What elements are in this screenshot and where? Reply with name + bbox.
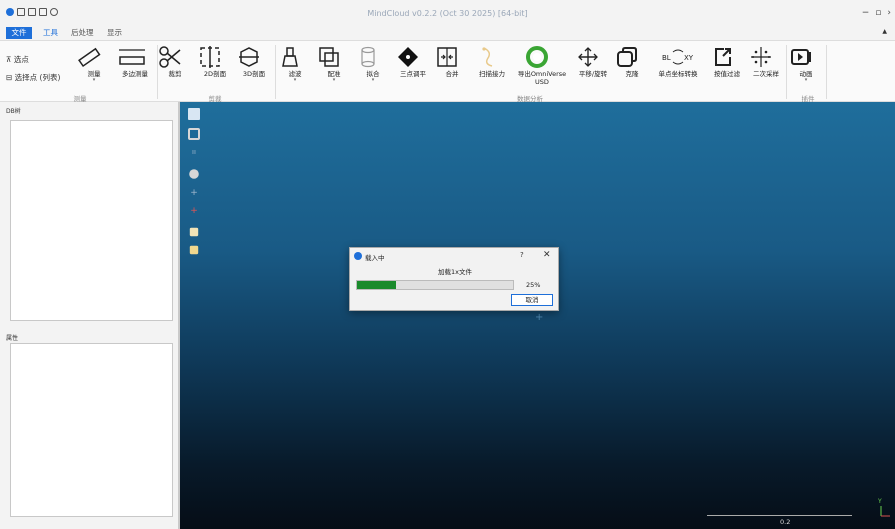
merge-tool[interactable]: 合并 (434, 41, 470, 91)
axis-icon: Y (877, 498, 890, 517)
animation-tool[interactable]: 动画 ▾ (788, 41, 824, 91)
filter-dropdown-icon[interactable]: ▾ (277, 78, 313, 83)
ribbon: ⊼ 选点 ⊟ 选择点 (列表) 测量 ▾ 多边测量 裁剪 2D剖面 3D剖面 滤… (0, 40, 895, 103)
scissors-icon (159, 46, 181, 68)
progress-bar (356, 280, 514, 290)
tab-postprocess[interactable]: 后处理 (66, 27, 99, 39)
omniverse-icon (526, 46, 548, 68)
crop-tool[interactable]: 裁剪 (157, 41, 193, 91)
cylinder-icon (361, 46, 375, 68)
zoom-icon[interactable] (189, 169, 199, 179)
group-label-measure: 测量 (73, 95, 87, 103)
point-coord-transform-tool[interactable]: BL XY 单点坐标转换 (659, 41, 698, 91)
properties-title: 属性 (6, 335, 19, 342)
scan-relay-label: 扫描接力 (479, 70, 505, 78)
camera-icon[interactable] (188, 128, 200, 140)
scale-label: 0.2 (780, 518, 791, 526)
orange-layer-icon[interactable] (189, 245, 199, 255)
db-tree-title: DB树 (6, 108, 21, 115)
title-bar: MindCloud v0.2.2 (Oct 30 2025) [64-bit] … (0, 0, 895, 26)
2d-profile-icon (200, 46, 220, 68)
measure-dropdown-icon[interactable]: ▾ (76, 78, 112, 83)
fit-dropdown-icon[interactable]: ▾ (355, 78, 391, 83)
svg-text:BL: BL (662, 54, 671, 62)
select-point-label: 选点 (13, 55, 29, 64)
window-controls: − ▫ › (862, 8, 891, 18)
app-logo-icon (354, 252, 362, 260)
animation-dropdown-icon[interactable]: ▾ (788, 78, 824, 83)
maximize-button[interactable]: ▫ (875, 8, 881, 18)
scale-bar (707, 515, 852, 516)
registration-tool[interactable]: 配准 ▾ (316, 41, 352, 91)
scan-relay-tool[interactable]: 扫描接力 (474, 41, 510, 91)
clone-icon (617, 47, 637, 67)
axis-gizmo: Y (871, 496, 891, 524)
window-title: MindCloud v0.2.2 (Oct 30 2025) [64-bit] (367, 9, 528, 18)
pick-point-icon[interactable]: + (188, 206, 200, 218)
measure-tool[interactable]: 测量 ▾ (76, 41, 112, 91)
polygon-ruler-icon (119, 49, 145, 65)
point-coord-transform-label: 单点坐标转换 (658, 70, 698, 78)
add-point-icon[interactable]: + (188, 188, 200, 200)
loading-message: 加载1x文件 (438, 268, 472, 276)
coordinate-transform-icon: BL XY (662, 49, 694, 65)
translate-rotate-tool[interactable]: 平移/旋转 (575, 41, 611, 91)
cancel-button[interactable]: 取消 (511, 294, 553, 306)
clone-label: 克隆 (625, 70, 639, 78)
video-icon (791, 49, 811, 65)
tab-file[interactable]: 文件 (6, 27, 32, 39)
progress-percent: 25% (526, 281, 541, 289)
close-button[interactable]: › (887, 8, 891, 18)
three-point-level-tool[interactable]: 三点调平 (395, 41, 431, 91)
menu-tabs: 文件 工具 后处理 显示 (0, 26, 895, 40)
registration-dropdown-icon[interactable]: ▾ (316, 78, 352, 83)
ribbon-separator (826, 45, 827, 99)
export-omniverse-label: 导出OmniVerse USD (517, 70, 567, 86)
svg-text:XY: XY (684, 54, 694, 62)
select-point-button[interactable]: ⊼ 选点 (6, 54, 29, 65)
properties-panel[interactable] (10, 343, 173, 517)
fit-tool[interactable]: 拟合 ▾ (355, 41, 391, 91)
export-omniverse-tool[interactable]: 导出OmniVerse USD (518, 41, 566, 91)
filter-by-value-tool[interactable]: 按值过滤 (709, 41, 745, 91)
minimize-button[interactable]: − (862, 8, 870, 18)
dialog-title: 载入中 (365, 254, 385, 262)
view-icon[interactable] (188, 108, 200, 120)
progress-fill (357, 281, 396, 289)
axis-y-label: Y (877, 498, 882, 505)
polygon-measure-tool[interactable]: 多边测量 (117, 41, 153, 91)
diamond-icon (398, 47, 418, 67)
merge-icon (437, 47, 457, 67)
export-box-icon (715, 48, 731, 66)
registration-icon (319, 47, 339, 67)
ruler-icon (78, 47, 101, 68)
pause-icon[interactable]: ıı (188, 148, 200, 160)
help-button[interactable]: ? (520, 251, 524, 259)
filter-tool[interactable]: 滤波 ▾ (277, 41, 313, 91)
select-points-list-label: 选择点 (列表) (14, 73, 61, 82)
tab-tools[interactable]: 工具 (38, 27, 63, 39)
crosshair-icon: + (535, 312, 544, 323)
subsample-icon (751, 47, 771, 67)
select-points-list-button[interactable]: ⊟ 选择点 (列表) (6, 72, 60, 83)
tab-display[interactable]: 显示 (102, 27, 127, 39)
3d-profile-icon (239, 47, 259, 67)
2d-profile-tool[interactable]: 2D剖面 (197, 41, 233, 91)
scan-relay-icon (482, 47, 493, 67)
dialog-close-button[interactable]: ✕ (543, 250, 551, 260)
move-icon (578, 47, 598, 67)
loading-dialog: 载入中 ? ✕ 加载1x文件 25% 取消 (349, 247, 559, 311)
clone-tool[interactable]: 克隆 (614, 41, 650, 91)
subsample-tool[interactable]: 二次采样 (748, 41, 784, 91)
brush-icon (282, 47, 298, 67)
db-tree-panel[interactable] (10, 120, 173, 321)
3d-profile-tool[interactable]: 3D剖面 (236, 41, 272, 91)
collapse-ribbon-icon[interactable]: ▲ (882, 28, 887, 35)
layer-icon[interactable] (189, 227, 199, 237)
